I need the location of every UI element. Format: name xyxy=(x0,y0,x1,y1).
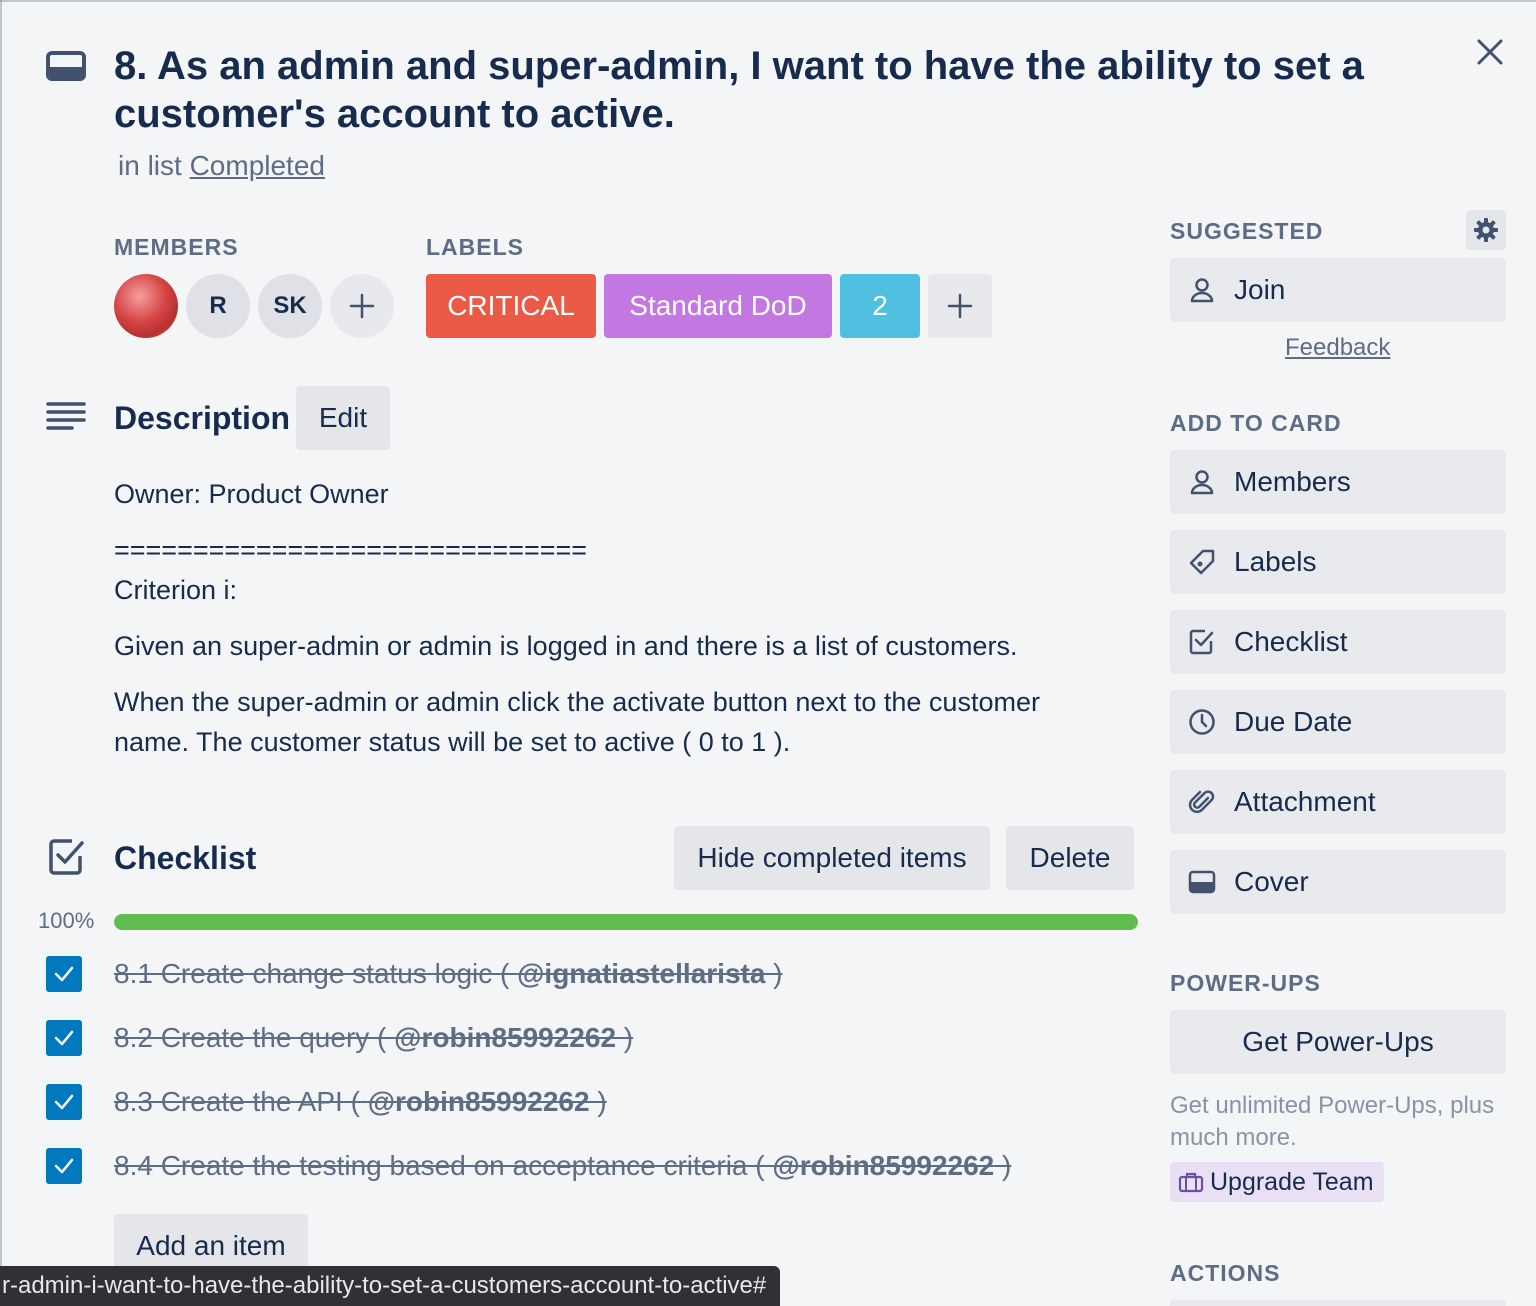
add-to-card-heading: ADD TO CARD xyxy=(1170,410,1342,436)
feedback-link[interactable]: Feedback xyxy=(1285,334,1390,362)
add-member-button[interactable] xyxy=(330,274,394,338)
add-members-button[interactable]: Members xyxy=(1170,450,1506,514)
gear-icon[interactable] xyxy=(1466,210,1506,250)
description-line: Given an super-admin or admin is logged … xyxy=(114,631,1018,661)
check-icon xyxy=(54,1030,74,1046)
upgrade-team-label: Upgrade Team xyxy=(1210,1167,1374,1196)
add-cover-button[interactable]: Cover xyxy=(1170,850,1506,914)
checklist-percent: 100% xyxy=(38,908,95,933)
add-checklist-button[interactable]: Checklist xyxy=(1170,610,1506,674)
checklist-item[interactable]: 8.1 Create change status logic ( @ignati… xyxy=(46,956,1046,992)
label-standard-dod[interactable]: Standard DoD xyxy=(604,274,832,338)
checklist-progress-bar xyxy=(114,914,1138,930)
clock-icon xyxy=(1170,708,1234,736)
add-label-button[interactable] xyxy=(928,274,992,338)
upgrade-team-button[interactable]: Upgrade Team xyxy=(1170,1162,1384,1202)
mention[interactable]: @robin85992262 xyxy=(368,1086,590,1117)
checklist-progress-fill xyxy=(114,914,1138,930)
checkbox-checked[interactable] xyxy=(46,1148,82,1184)
avatar[interactable] xyxy=(114,274,178,338)
window-edge-top xyxy=(0,0,1536,2)
suggested-heading: SUGGESTED xyxy=(1170,218,1324,244)
card-icon xyxy=(46,50,86,82)
add-due-date-button[interactable]: Due Date xyxy=(1170,690,1506,754)
check-icon xyxy=(54,1158,74,1174)
check-icon xyxy=(54,966,74,982)
checklist-heading: Checklist xyxy=(114,840,257,876)
actions-heading: ACTIONS xyxy=(1170,1260,1281,1286)
plus-icon xyxy=(349,293,375,319)
paperclip-icon xyxy=(1170,788,1234,816)
checklist-item-text[interactable]: 8.1 Create change status logic ( @ignati… xyxy=(114,956,783,992)
checklist-item[interactable]: 8.3 Create the API ( @robin85992262 ) xyxy=(46,1084,1046,1120)
plus-icon xyxy=(947,293,973,319)
avatar[interactable]: SK xyxy=(258,274,322,338)
checkbox-checked[interactable] xyxy=(46,956,82,992)
cover-icon xyxy=(1170,870,1234,894)
description-line: Criterion i: xyxy=(114,575,238,605)
power-ups-description: Get unlimited Power-Ups, plus much more. xyxy=(1170,1092,1495,1151)
cover-label: Cover xyxy=(1234,866,1309,897)
action-button-partial[interactable] xyxy=(1170,1300,1506,1306)
description-line: name. The customer status will be set to… xyxy=(114,727,791,757)
join-button[interactable]: Join xyxy=(1170,258,1506,322)
get-power-ups-button[interactable]: Get Power-Ups xyxy=(1170,1010,1506,1074)
in-list-prefix: in list xyxy=(118,150,182,181)
description-icon xyxy=(46,400,86,439)
description-line: When the super-admin or admin click the … xyxy=(114,687,1040,717)
in-list-text: in list Completed xyxy=(118,150,325,182)
edit-description-button[interactable]: Edit xyxy=(296,386,390,450)
join-label: Join xyxy=(1234,274,1286,305)
checklist-item-text[interactable]: 8.2 Create the query ( @robin85992262 ) xyxy=(114,1020,633,1056)
checkbox-checked[interactable] xyxy=(46,1084,82,1120)
list-name-link[interactable]: Completed xyxy=(190,150,325,181)
tag-icon xyxy=(1170,549,1234,575)
description-heading: Description xyxy=(114,400,291,436)
card-title[interactable]: 8. As an admin and super-admin, I want t… xyxy=(114,42,1444,138)
window-edge-left xyxy=(0,0,2,1306)
checklist-icon xyxy=(1170,629,1234,655)
label-critical[interactable]: CRITICAL xyxy=(426,274,596,338)
delete-checklist-button[interactable]: Delete xyxy=(1006,826,1134,890)
members-label: Members xyxy=(1234,466,1351,497)
person-icon xyxy=(1170,469,1234,495)
attachment-label: Attachment xyxy=(1234,786,1376,817)
mention[interactable]: @robin85992262 xyxy=(394,1022,616,1053)
mention[interactable]: @robin85992262 xyxy=(772,1150,994,1181)
avatar[interactable]: R xyxy=(186,274,250,338)
add-labels-button[interactable]: Labels xyxy=(1170,530,1506,594)
add-attachment-button[interactable]: Attachment xyxy=(1170,770,1506,834)
checklist-item[interactable]: 8.4 Create the testing based on acceptan… xyxy=(46,1148,1046,1184)
checklist-item-text[interactable]: 8.3 Create the API ( @robin85992262 ) xyxy=(114,1084,607,1120)
briefcase-icon xyxy=(1178,1172,1204,1193)
checklist-icon xyxy=(48,838,86,881)
members-heading: MEMBERS xyxy=(114,234,239,260)
due-date-label: Due Date xyxy=(1234,706,1353,737)
checklist-label: Checklist xyxy=(1234,626,1348,657)
mention[interactable]: @ignatiastellarista xyxy=(517,958,765,989)
status-bar-url: r-admin-i-want-to-have-the-ability-to-se… xyxy=(0,1266,781,1306)
person-icon xyxy=(1170,277,1234,303)
description-line: ============================== xyxy=(114,535,588,565)
label-2[interactable]: 2 xyxy=(840,274,920,338)
labels-label: Labels xyxy=(1234,546,1317,577)
description-line: Owner: Product Owner xyxy=(114,479,389,509)
checklist-item-text[interactable]: 8.4 Create the testing based on acceptan… xyxy=(114,1148,1011,1184)
labels-heading: LABELS xyxy=(426,234,524,260)
hide-completed-button[interactable]: Hide completed items xyxy=(674,826,990,890)
check-icon xyxy=(54,1094,74,1110)
checkbox-checked[interactable] xyxy=(46,1020,82,1056)
checklist-item[interactable]: 8.2 Create the query ( @robin85992262 ) xyxy=(46,1020,1046,1056)
power-ups-heading: POWER-UPS xyxy=(1170,970,1321,996)
close-icon[interactable] xyxy=(1470,32,1510,72)
